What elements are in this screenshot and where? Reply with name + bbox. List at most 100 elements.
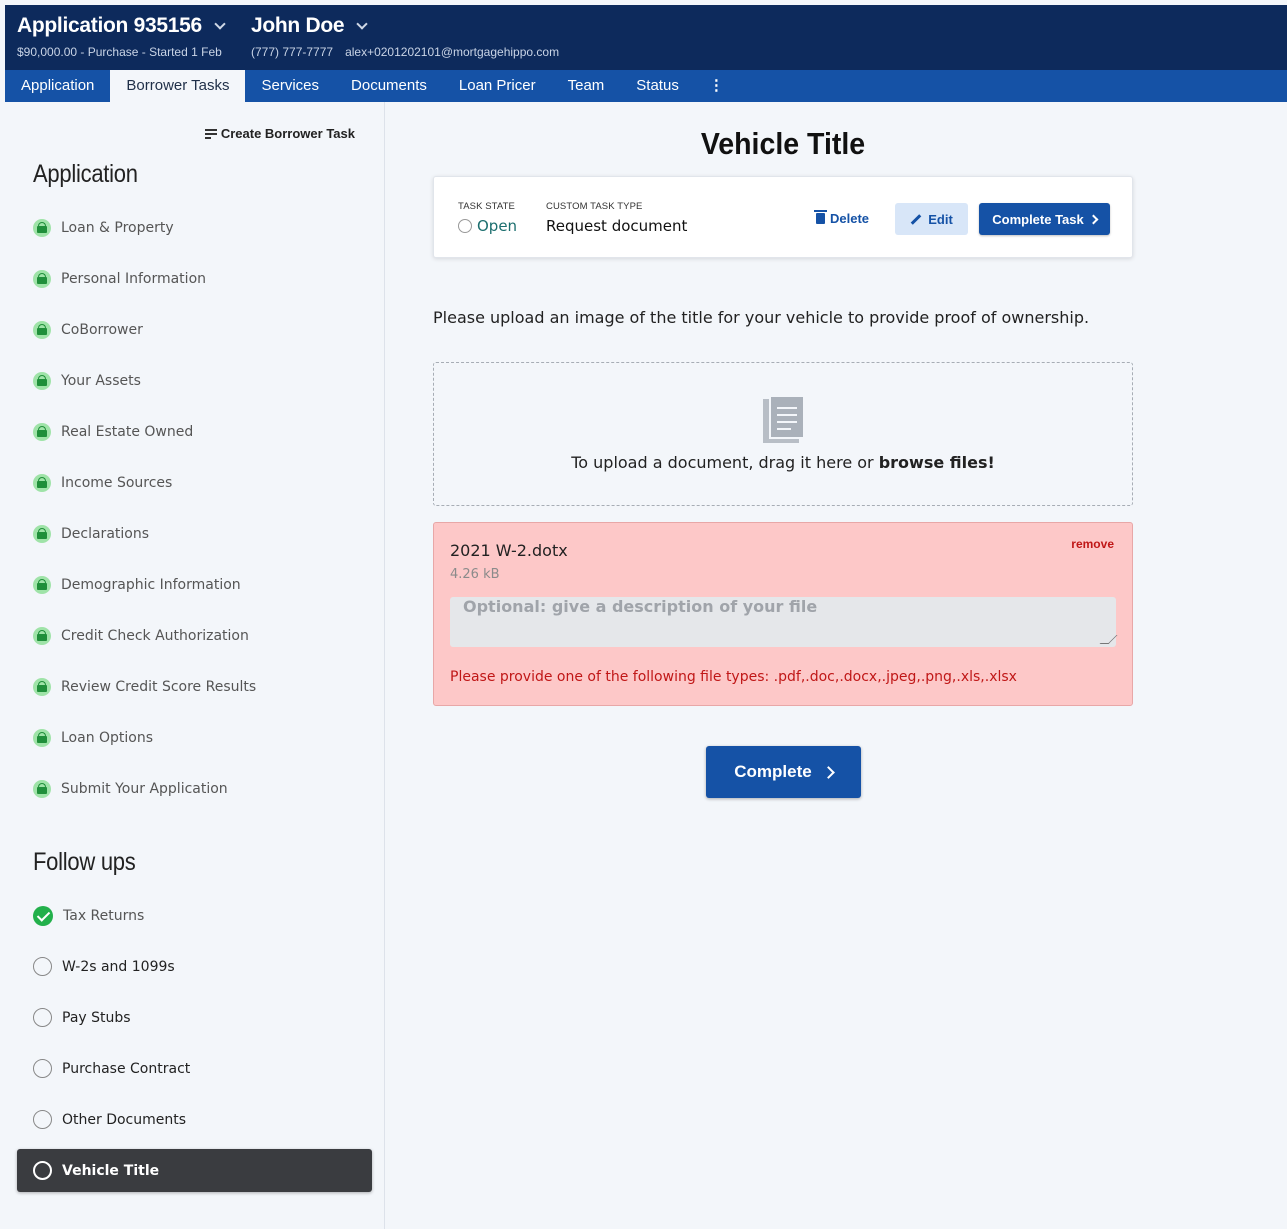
- sidebar-item-personal-information[interactable]: Personal Information: [33, 253, 373, 304]
- tab-documents[interactable]: Documents: [335, 70, 443, 102]
- sidebar-item-label: Credit Check Authorization: [61, 627, 249, 644]
- sidebar-item-coborrower[interactable]: CoBorrower: [33, 304, 373, 355]
- borrower-switcher[interactable]: John Doe (777) 777-7777 alex+0201202101@…: [251, 14, 559, 59]
- sidebar-item-purchase-contract[interactable]: Purchase Contract: [33, 1043, 373, 1094]
- more-tabs-button[interactable]: ⋮: [695, 70, 738, 102]
- sidebar: Create Borrower Task Application Loan & …: [5, 102, 385, 1229]
- chevron-right-icon: [1088, 214, 1099, 224]
- file-size: 4.26 kB: [450, 567, 500, 582]
- sidebar-item-label: W-2s and 1099s: [62, 958, 175, 975]
- lock-icon: [33, 779, 51, 798]
- open-circle-icon: [458, 219, 472, 233]
- tab-borrower-tasks[interactable]: Borrower Tasks: [110, 70, 246, 102]
- sidebar-item-label: Purchase Contract: [62, 1060, 191, 1077]
- browse-files-link[interactable]: browse files!: [879, 453, 995, 472]
- chevron-down-icon[interactable]: [214, 17, 226, 30]
- sidebar-item-label: Other Documents: [62, 1111, 187, 1128]
- followups-section-title: Follow ups: [33, 848, 136, 876]
- sidebar-item-tax-returns[interactable]: Tax Returns: [33, 890, 373, 941]
- add-list-icon: [204, 128, 217, 139]
- sidebar-item-demographic-information[interactable]: Demographic Information: [33, 559, 373, 610]
- top-header: Application 935156 $90,000.00 - Purchase…: [5, 5, 1287, 70]
- edit-label: Edit: [928, 211, 953, 227]
- sidebar-item-label: Vehicle Title: [62, 1162, 160, 1179]
- sidebar-item-label: CoBorrower: [61, 321, 143, 338]
- tab-loan-pricer[interactable]: Loan Pricer: [443, 70, 552, 102]
- main-tabs: Application Borrower Tasks Services Documen…: [5, 70, 1287, 102]
- file-dropzone[interactable]: To upload a document, drag it here or br…: [433, 362, 1133, 506]
- create-borrower-task-button[interactable]: Create Borrower Task: [204, 126, 355, 141]
- complete-task-button[interactable]: Complete Task: [979, 203, 1110, 235]
- tab-services[interactable]: Services: [245, 70, 335, 102]
- application-summary: $90,000.00 - Purchase - Started 1 Feb: [17, 45, 222, 59]
- uploaded-file-card: 2021 W-2.dotx 4.26 kB remove Please prov…: [433, 522, 1133, 706]
- create-borrower-task-label: Create Borrower Task: [220, 126, 355, 141]
- borrower-phone: (777) 777-7777: [251, 45, 334, 59]
- sidebar-item-label: Loan Options: [61, 729, 154, 746]
- lock-icon: [33, 677, 51, 696]
- sidebar-item-label: Declarations: [61, 525, 150, 542]
- sidebar-item-submit-your-application[interactable]: Submit Your Application: [33, 763, 373, 814]
- sidebar-item-pay-stubs[interactable]: Pay Stubs: [33, 992, 373, 1043]
- sidebar-item-loan-options[interactable]: Loan Options: [33, 712, 373, 763]
- application-switcher[interactable]: Application 935156 $90,000.00 - Purchase…: [17, 14, 226, 59]
- tab-application[interactable]: Application: [5, 70, 110, 102]
- sidebar-item-label: Real Estate Owned: [61, 423, 194, 440]
- tab-team[interactable]: Team: [552, 70, 621, 102]
- sidebar-item-real-estate-owned[interactable]: Real Estate Owned: [33, 406, 373, 457]
- task-type-value: Request document: [546, 217, 688, 235]
- file-description-input[interactable]: [450, 597, 1116, 647]
- sidebar-item-label: Income Sources: [61, 474, 173, 491]
- empty-circle-icon: [33, 1110, 52, 1129]
- sidebar-item-your-assets[interactable]: Your Assets: [33, 355, 373, 406]
- lock-icon: [33, 626, 51, 645]
- dropzone-text: To upload a document, drag it here or: [571, 453, 879, 472]
- empty-circle-icon: [33, 957, 52, 976]
- lock-icon: [33, 524, 51, 543]
- document-icon: [763, 395, 805, 443]
- task-state-value: Open: [477, 217, 518, 235]
- lock-icon: [33, 218, 51, 237]
- sidebar-item-declarations[interactable]: Declarations: [33, 508, 373, 559]
- sidebar-item-income-sources[interactable]: Income Sources: [33, 457, 373, 508]
- chevron-down-icon[interactable]: [356, 17, 368, 30]
- tab-status[interactable]: Status: [620, 70, 695, 102]
- sidebar-item-label: Tax Returns: [63, 907, 145, 924]
- pencil-icon: [910, 213, 922, 225]
- trash-icon: [814, 210, 827, 224]
- sidebar-item-credit-check-authorization[interactable]: Credit Check Authorization: [33, 610, 373, 661]
- complete-task-label: Complete Task: [992, 211, 1084, 227]
- delete-label: Delete: [830, 211, 870, 226]
- application-section-title: Application: [33, 160, 138, 188]
- task-instructions: Please upload an image of the title for …: [433, 308, 1090, 327]
- complete-button[interactable]: Complete: [706, 746, 861, 798]
- check-circle-icon: [33, 905, 53, 926]
- main-content: Vehicle Title Task State Open Custom Tas…: [386, 102, 1287, 1229]
- lock-icon: [33, 269, 51, 288]
- sidebar-item-other-documents[interactable]: Other Documents: [33, 1094, 373, 1145]
- sidebar-item-w-2s-and-1099s[interactable]: W-2s and 1099s: [33, 941, 373, 992]
- sidebar-item-label: Loan & Property: [61, 219, 174, 236]
- chevron-right-icon: [821, 765, 835, 779]
- complete-label: Complete: [734, 762, 812, 781]
- sidebar-item-review-credit-score-results[interactable]: Review Credit Score Results: [33, 661, 373, 712]
- file-type-error: Please provide one of the following file…: [450, 669, 1017, 685]
- followup-task-list: Tax Returns W-2s and 1099s Pay Stubs Purcha…: [17, 890, 373, 1192]
- empty-circle-icon: [33, 1008, 52, 1027]
- lock-icon: [33, 371, 51, 390]
- lock-icon: [33, 575, 51, 594]
- sidebar-item-label: Submit Your Application: [61, 780, 228, 797]
- sidebar-item-label: Demographic Information: [61, 576, 241, 593]
- remove-file-link[interactable]: remove: [1071, 537, 1114, 551]
- sidebar-item-label: Personal Information: [61, 270, 207, 287]
- sidebar-item-vehicle-title[interactable]: Vehicle Title: [17, 1149, 372, 1192]
- sidebar-item-loan-property[interactable]: Loan & Property: [33, 202, 373, 253]
- lock-icon: [33, 320, 51, 339]
- task-state-label: Task State: [458, 201, 515, 212]
- empty-circle-icon: [33, 1059, 52, 1078]
- edit-button[interactable]: Edit: [895, 203, 968, 235]
- application-title: Application 935156: [17, 14, 202, 37]
- borrower-name: John Doe: [251, 14, 345, 37]
- delete-button[interactable]: Delete: [814, 210, 870, 226]
- borrower-email: alex+0201202101@mortgagehippo.com: [345, 45, 560, 59]
